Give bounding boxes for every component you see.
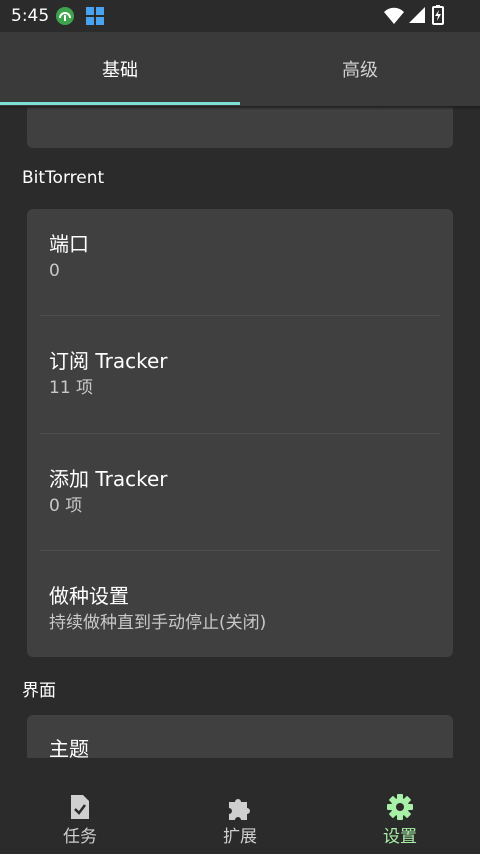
task-icon (71, 795, 89, 819)
setting-title: 添加 Tracker (49, 467, 168, 491)
nav-label: 任务 (63, 827, 97, 847)
tab-bar-shadow (0, 106, 480, 110)
setting-value: 11 项 (49, 378, 94, 398)
setting-title: 订阅 Tracker (49, 349, 168, 373)
setting-title: 主题 (49, 737, 89, 758)
setting-port[interactable]: 端口 0 (49, 231, 439, 282)
setting-title: 端口 (49, 232, 89, 256)
section-title-interface: 界面 (22, 681, 56, 701)
nav-label: 设置 (383, 827, 417, 847)
previous-section-card (27, 106, 453, 148)
interface-card: 主题 (27, 715, 453, 758)
battery-charging-icon (432, 5, 444, 25)
divider (40, 433, 440, 434)
setting-seeding[interactable]: 做种设置 持续做种直到手动停止(关闭) (49, 583, 439, 634)
settings-list[interactable]: BitTorrent 端口 0 订阅 Tracker 11 项 添加 Track… (0, 106, 480, 758)
setting-value: 0 (49, 261, 60, 281)
setting-subscribe-tracker[interactable]: 订阅 Tracker 11 项 (49, 348, 439, 399)
divider (40, 550, 440, 551)
wifi-icon (384, 7, 404, 24)
status-time: 5:45 (11, 6, 50, 26)
bottom-navigation: 任务 扩展 设置 (0, 758, 480, 854)
section-title-bittorrent: BitTorrent (22, 168, 105, 188)
setting-value: 0 项 (49, 496, 83, 516)
grid-notification-icon (86, 7, 104, 25)
puzzle-icon (229, 799, 250, 820)
setting-theme[interactable]: 主题 (49, 736, 439, 758)
tab-basic[interactable]: 基础 (0, 32, 240, 106)
app-notification-icon (56, 7, 74, 25)
setting-value: 持续做种直到手动停止(关闭) (49, 613, 267, 633)
bittorrent-card: 端口 0 订阅 Tracker 11 项 添加 Tracker 0 项 做种设置… (27, 209, 453, 657)
status-bar: 5:45 (0, 0, 480, 32)
tab-indicator (0, 102, 240, 105)
nav-label: 扩展 (223, 827, 257, 847)
setting-add-tracker[interactable]: 添加 Tracker 0 项 (49, 466, 439, 517)
cell-signal-icon (409, 7, 425, 23)
setting-title: 做种设置 (49, 584, 129, 608)
divider (40, 315, 440, 316)
tab-advanced[interactable]: 高级 (240, 32, 480, 106)
gear-icon (387, 794, 413, 820)
tab-bar: 基础 高级 (0, 32, 480, 106)
